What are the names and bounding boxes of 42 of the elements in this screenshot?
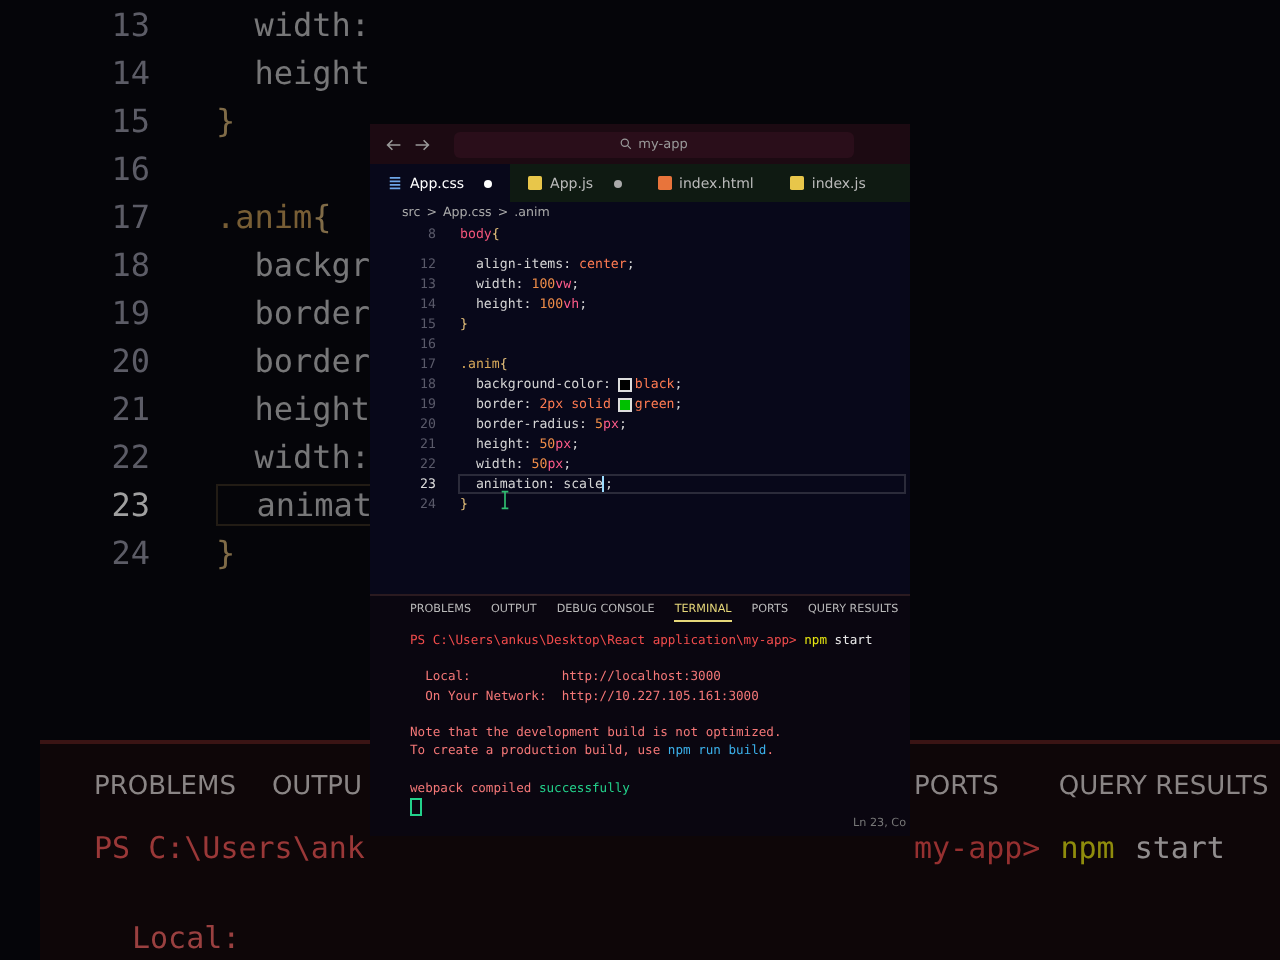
line-number: 22	[109, 437, 150, 475]
code-text: width:	[252, 5, 371, 43]
panel-tab[interactable]: OUTPU	[271, 772, 362, 802]
forward-arrow-icon[interactable]	[414, 137, 430, 151]
code-text: }	[216, 101, 236, 139]
code-text: width:	[252, 437, 371, 475]
line-number: 16	[109, 149, 150, 187]
panel-tab[interactable]: QUERY RESULTS	[1058, 772, 1269, 802]
line-number: 13	[109, 5, 150, 43]
terminal-text: my-app>	[914, 830, 1041, 866]
code-text: backgr	[252, 245, 371, 283]
terminal-text: PS C:\Users\ank	[94, 830, 367, 866]
line-number: 15	[109, 101, 150, 139]
line-number: 17	[109, 197, 150, 235]
terminal-text: Local:	[132, 920, 241, 956]
js-file-icon	[528, 176, 543, 190]
html-file-icon	[657, 176, 672, 190]
search-icon	[620, 138, 633, 150]
css-file-icon	[388, 176, 402, 190]
back-arrow-icon[interactable]	[386, 137, 402, 151]
line-number: 18	[109, 245, 150, 283]
code-text: }	[216, 533, 236, 571]
line-number: 20	[109, 341, 150, 379]
line-number: 23	[109, 485, 150, 523]
code-text: height	[252, 389, 371, 427]
line-number: 19	[109, 293, 150, 331]
code-text: border	[252, 293, 371, 331]
js-file-icon	[789, 176, 804, 190]
terminal-text: npm	[1060, 830, 1115, 866]
terminal-cursor	[410, 797, 422, 816]
line-number: 21	[109, 389, 150, 427]
color-swatch[interactable]	[618, 397, 633, 411]
terminal-text: start	[1134, 830, 1225, 866]
color-swatch[interactable]	[618, 377, 633, 391]
code-text: .anim{	[216, 197, 332, 235]
line-number: 24	[109, 533, 150, 571]
text-cursor-icon	[500, 490, 510, 510]
panel-tab[interactable]: PORTS	[914, 772, 999, 802]
code-text: border	[252, 341, 371, 379]
panel-tab[interactable]: PROBLEMS	[94, 772, 236, 802]
code-text: height	[252, 53, 371, 91]
line-number: 14	[109, 53, 150, 91]
